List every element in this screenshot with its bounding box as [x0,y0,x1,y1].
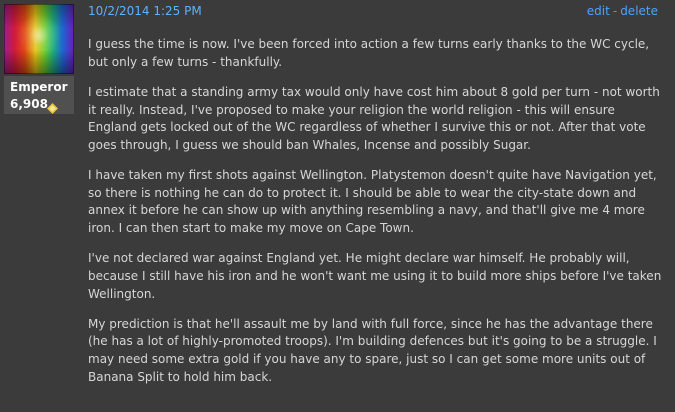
edit-link[interactable]: edit [587,4,610,18]
post-paragraph: I've not declared war against England ye… [88,251,662,301]
delete-link[interactable]: delete [620,4,658,18]
post-body: I guess the time is now. I've been force… [88,36,666,399]
post-header: 10/2/2014 1:25 PM edit - delete [88,4,664,20]
post-paragraph: My prediction is that he'll assault me b… [88,316,657,384]
author-name[interactable]: Emperor [10,80,68,94]
action-separator: - [612,4,618,18]
post-paragraph: I guess the time is now. I've been force… [88,37,650,69]
post-paragraph: I have taken my first shots against Well… [88,168,657,236]
post-paragraph: I estimate that a standing army tax woul… [88,84,660,152]
post-actions: edit - delete [587,4,658,18]
author-score: 6,908 [10,97,48,111]
post-date: 10/2/2014 1:25 PM [88,4,202,18]
forum-post: 10/2/2014 1:25 PM edit - delete I guess th… [88,0,668,412]
gold-diamond-icon [47,99,58,114]
author-info: Emperor 6,908 [4,76,74,114]
author-sidebar: Emperor 6,908 [0,0,76,412]
avatar[interactable] [4,4,74,74]
